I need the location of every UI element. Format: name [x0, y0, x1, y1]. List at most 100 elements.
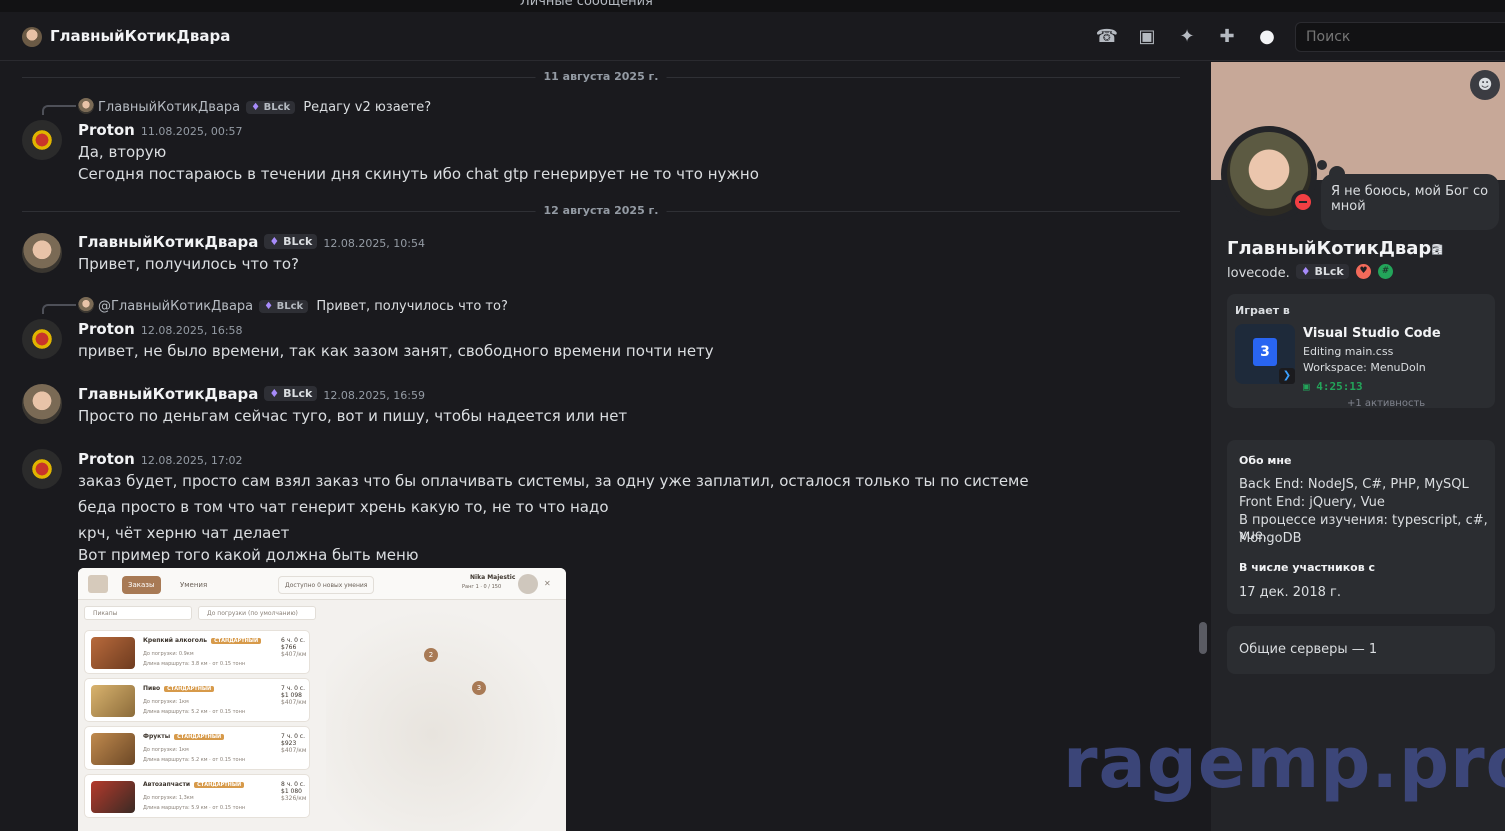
pin-icon[interactable]: ✦: [1175, 25, 1199, 49]
channel-title: ГлавныйКотикДвара: [50, 27, 231, 45]
order-card: Автозапчасти СТАНДАРТНЫЙ До погрузки: 1,3…: [84, 774, 310, 818]
reply-preview[interactable]: @ГлавныйКотикДвара ♦ BLck Привет, получил…: [78, 297, 508, 314]
message-text: крч, чёт херню чат делает: [78, 524, 290, 542]
reply-tag: ♦ BLck: [246, 101, 296, 114]
sort-select: До погрузки (по умолчанию): [198, 606, 316, 620]
reply-tag: ♦ BLck: [259, 300, 309, 313]
reply-author: ГлавныйКотикДвара: [98, 100, 241, 115]
box-icon: [88, 575, 108, 593]
attachment-toolbar: Заказы Умения Доступно 0 новых умения Ni…: [78, 568, 566, 600]
message-author[interactable]: ГлавныйКотикДвара ♦ BLck 12.08.2025, 10:54: [78, 233, 425, 251]
reply-avatar: [78, 297, 94, 313]
avatar[interactable]: [22, 449, 62, 489]
gamepad-icon: ▣: [1303, 380, 1317, 393]
avatar[interactable]: [22, 319, 62, 359]
header-avatar: [22, 27, 42, 47]
member-since-heading: В числе участников с: [1239, 561, 1376, 574]
badge-heart-icon[interactable]: ♥: [1356, 264, 1371, 279]
activity-app: Visual Studio Code: [1303, 326, 1441, 341]
reply-spine: [42, 304, 76, 314]
avatar[interactable]: [22, 120, 62, 160]
message-timestamp: 12.08.2025, 16:58: [140, 324, 243, 337]
clan-tag: ♦ BLck: [264, 386, 318, 401]
close-icon: ✕: [544, 579, 551, 588]
activity-state: Workspace: MenuDoln: [1303, 361, 1426, 374]
about-line: Back End: NodeJS, C#, PHP, MySQL: [1239, 477, 1469, 492]
activity-heading: Играет в: [1235, 304, 1290, 317]
activity-details: Editing main.css: [1303, 345, 1394, 358]
order-list: Крепкий алкоголь СТАНДАРТНЫЙ До погрузки:…: [84, 628, 316, 831]
search-input[interactable]: [1295, 22, 1505, 52]
reply-spine: [42, 105, 76, 115]
message-timestamp: 12.08.2025, 10:54: [323, 237, 426, 250]
reply-text: Привет, получилось что то?: [316, 299, 508, 314]
order-thumb: [91, 781, 135, 813]
mutual-servers-label: Общие серверы — 1: [1239, 642, 1378, 657]
message-text: Да, вторую: [78, 143, 167, 161]
message-author[interactable]: ГлавныйКотикДвара ♦ BLck 12.08.2025, 16:59: [78, 385, 425, 403]
image-attachment[interactable]: Заказы Умения Доступно 0 новых умения Ni…: [78, 568, 566, 831]
chat-scrollbar[interactable]: [1199, 622, 1207, 654]
vscode-icon: ❯: [1279, 368, 1295, 384]
message-text: Просто по деньгам сейчас туго, вот и пиш…: [78, 407, 628, 425]
reply-author: @ГлавныйКотикДвара: [98, 299, 254, 314]
more-activities[interactable]: +1 активность: [1347, 398, 1425, 409]
about-heading: Обо мне: [1239, 454, 1292, 467]
add-friend-icon[interactable]: ✚: [1215, 25, 1239, 49]
phone-icon[interactable]: ☎: [1095, 25, 1119, 49]
skills-available: Доступно 0 новых умения: [278, 576, 375, 594]
clan-tag: ♦ BLck: [264, 234, 318, 249]
message-author[interactable]: Proton 12.08.2025, 17:02: [78, 450, 243, 468]
message-text: Сегодня постараюсь в течении дня скинуть…: [78, 165, 759, 183]
channel-header: ГлавныйКотикДвара ☎ ▣ ✦ ✚ ●: [0, 12, 1505, 61]
message-text: заказ будет, просто сам взял заказ что б…: [78, 472, 1029, 490]
activity-timer: ▣ 4:25:13: [1303, 380, 1363, 393]
dm-title: Личные сообщения: [520, 0, 653, 9]
message-text: Привет, получилось что то?: [78, 255, 299, 273]
player-rank: Ранг 1 · 0 / 150: [462, 584, 502, 590]
profile-options-icon[interactable]: ☻: [1470, 70, 1500, 100]
map-pin: 2: [424, 648, 438, 662]
bubble-dot: [1317, 160, 1327, 170]
message-timestamp: 12.08.2025, 17:02: [140, 454, 243, 467]
about-line: MongoDB: [1239, 531, 1302, 546]
message-author[interactable]: Proton 12.08.2025, 16:58: [78, 320, 243, 338]
order-card: Крепкий алкоголь СТАНДАРТНЫЙ До погрузки:…: [84, 630, 310, 674]
about-line: Front End: jQuery, Vue: [1239, 495, 1385, 510]
message-timestamp: 11.08.2025, 00:57: [140, 125, 243, 138]
badge-hash-icon[interactable]: #: [1378, 264, 1393, 279]
reply-avatar: [78, 98, 94, 114]
profile-toggle-icon[interactable]: ●: [1255, 25, 1279, 49]
watermark: ragemp.pro: [1063, 722, 1505, 804]
message-text: беда просто в том что чат генерит хрень …: [78, 498, 609, 516]
date-divider: 12 августа 2025 г.: [22, 204, 1180, 217]
order-card: Фрукты СТАНДАРТНЫЙ До погрузки: 1км Длина…: [84, 726, 310, 770]
tab-orders: Заказы: [122, 576, 161, 594]
activity-card: Играет в 3 ❯ Visual Studio Code Editing m…: [1227, 294, 1495, 409]
order-thumb: [91, 637, 135, 669]
category-select: Пикапы: [84, 606, 192, 620]
reply-preview[interactable]: ГлавныйКотикДвара ♦ BLck Редагу v2 юзаете…: [78, 98, 431, 115]
message-list: 11 августа 2025 г. ГлавныйКотикДвара ♦ BL…: [0, 62, 1210, 831]
mutual-servers-row[interactable]: Общие серверы — 1: [1227, 626, 1495, 674]
css-file-icon: 3 ❯: [1235, 324, 1295, 384]
player-name: Nika Majestic: [470, 574, 516, 581]
order-card: Пиво СТАНДАРТНЫЙ До погрузки: 1км Длина м…: [84, 678, 310, 722]
map-pin: 3: [472, 681, 486, 695]
date-divider: 11 августа 2025 г.: [22, 70, 1180, 83]
avatar[interactable]: [22, 384, 62, 424]
member-since-date: 17 дек. 2018 г.: [1239, 585, 1341, 600]
message-text: привет, не было времени, так как зазом з…: [78, 342, 714, 360]
avatar[interactable]: [22, 233, 62, 273]
profile-display-name: ГлавныйКотикДвара: [1227, 238, 1444, 259]
message-author[interactable]: Proton 11.08.2025, 00:57: [78, 121, 243, 139]
profile-username: lovecode. ♦ BLck: [1227, 264, 1349, 281]
reply-text: Редагу v2 юзаете?: [303, 100, 432, 115]
map-view: 2 3: [326, 608, 562, 831]
video-icon[interactable]: ▣: [1135, 25, 1159, 49]
tab-skills: Умения: [180, 581, 208, 589]
message-text: Вот пример того какой должна быть меню: [78, 546, 419, 564]
order-thumb: [91, 685, 135, 717]
note-icon[interactable]: ▤: [1431, 242, 1443, 257]
message-timestamp: 12.08.2025, 16:59: [323, 389, 426, 402]
